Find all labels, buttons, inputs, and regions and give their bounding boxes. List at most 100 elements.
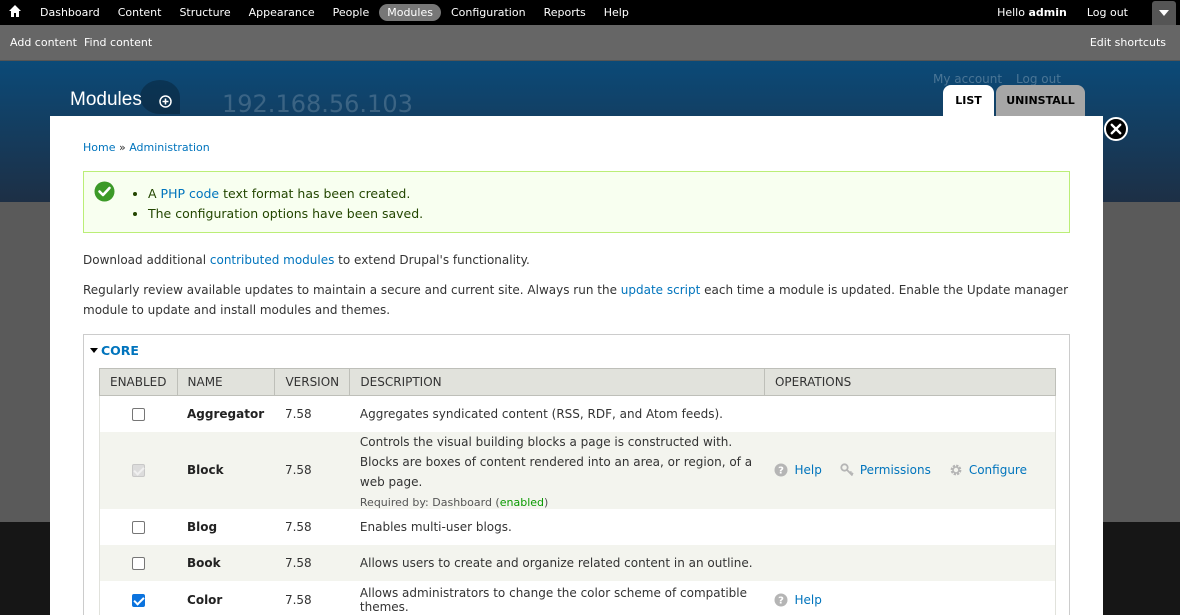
chevron-down-icon <box>1159 10 1169 16</box>
breadcrumb-separator: » <box>118 141 126 154</box>
menu-modules[interactable]: Modules <box>379 4 441 21</box>
module-version: 7.58 <box>274 544 350 581</box>
shortcuts-toggle-button[interactable] <box>1152 1 1176 25</box>
operations-links: ? Help <box>774 593 1045 607</box>
edit-shortcuts-link[interactable]: Edit shortcuts <box>1090 36 1166 49</box>
menu-reports[interactable]: Reports <box>536 4 594 21</box>
hello-user: Hello admin <box>997 6 1067 19</box>
menu-structure[interactable]: Structure <box>171 4 238 21</box>
help-link-color[interactable]: ? Help <box>774 592 822 607</box>
menu-dashboard[interactable]: Dashboard <box>32 4 108 21</box>
message-text: text format has been created. <box>219 186 411 201</box>
breadcrumb-administration[interactable]: Administration <box>129 141 210 154</box>
help-icon: ? <box>774 593 788 606</box>
core-legend-label: CORE <box>101 343 139 358</box>
shortcut-find-content[interactable]: Find content <box>84 36 152 49</box>
shortcut-add-content[interactable]: Add content <box>10 36 77 49</box>
core-legend[interactable]: CORE <box>90 343 139 358</box>
help-icon: ? <box>774 463 788 477</box>
menu-configuration[interactable]: Configuration <box>443 4 534 21</box>
hello-text: Hello <box>997 6 1025 19</box>
module-version: 7.58 <box>274 395 350 432</box>
col-version: VERSION <box>274 368 351 396</box>
menu-appearance[interactable]: Appearance <box>241 4 323 21</box>
module-operations: ? Help Permissions Configure <box>764 431 1056 509</box>
intro-text: Regularly review available updates to ma… <box>83 283 621 297</box>
contributed-modules-link[interactable]: contributed modules <box>210 253 334 267</box>
php-code-link[interactable]: PHP code <box>161 186 220 201</box>
svg-text:?: ? <box>779 595 785 606</box>
message-list: A PHP code text format has been created.… <box>148 184 423 224</box>
table-header: ENABLED NAME VERSION DESCRIPTION OPERATI… <box>99 368 1057 396</box>
add-shortcut-icon[interactable] <box>159 95 172 108</box>
permissions-label: Permissions <box>859 463 931 477</box>
table-row: Book 7.58 Allows users to create and org… <box>99 544 1056 581</box>
required-by-text: Required by: Dashboard ( <box>359 495 500 509</box>
tab-list[interactable]: LIST <box>943 85 994 116</box>
core-fieldset: CORE ENABLED NAME VERSION DESCRIPTION OP… <box>83 334 1070 615</box>
col-operations: OPERATIONS <box>763 368 1057 396</box>
required-by: Required by: Dashboard (enabled) <box>360 496 755 509</box>
module-description: Aggregates syndicated content (RSS, RDF,… <box>349 395 765 432</box>
admin-toolbar: Dashboard Content Structure Appearance P… <box>0 0 1180 25</box>
permissions-link-block[interactable]: Permissions <box>840 463 931 477</box>
close-overlay-icon[interactable] <box>1104 117 1128 141</box>
update-script-link[interactable]: update script <box>621 283 701 297</box>
table-row: Aggregator 7.58 Aggregates syndicated co… <box>99 395 1056 432</box>
menu-help[interactable]: Help <box>596 4 637 21</box>
enable-checkbox-aggregator[interactable] <box>132 407 145 421</box>
configure-label: Configure <box>968 463 1027 477</box>
enabled-cell <box>99 395 178 432</box>
username[interactable]: admin <box>1028 6 1066 19</box>
enable-checkbox-block <box>132 464 145 477</box>
enable-checkbox-blog[interactable] <box>132 520 145 534</box>
page-title: Modules <box>70 89 142 110</box>
message-item: A PHP code text format has been created. <box>148 184 423 204</box>
modules-table: ENABLED NAME VERSION DESCRIPTION OPERATI… <box>99 368 1057 615</box>
help-link-block[interactable]: ? Help <box>774 463 822 477</box>
intro-text: to extend Drupal's functionality. <box>334 253 530 267</box>
intro-text: Download additional <box>83 253 210 267</box>
check-circle-icon <box>94 181 115 202</box>
menu-people[interactable]: People <box>325 4 378 21</box>
operations-links: ? Help Permissions Configure <box>774 463 1045 477</box>
module-name: Block <box>177 431 275 509</box>
required-by-text: ) <box>544 495 549 509</box>
tab-uninstall[interactable]: UNINSTALL <box>996 85 1085 116</box>
table-row: Blog 7.58 Enables multi-user blogs. <box>99 508 1056 545</box>
configure-link-block[interactable]: Configure <box>949 463 1027 477</box>
bg-log-out-link: Log out <box>1016 72 1061 86</box>
collapse-triangle-icon <box>90 348 98 353</box>
breadcrumb-home[interactable]: Home <box>83 141 115 154</box>
enabled-cell <box>99 580 178 615</box>
module-version: 7.58 <box>274 508 350 545</box>
enable-checkbox-book[interactable] <box>132 556 145 570</box>
enable-checkbox-color[interactable] <box>132 593 145 607</box>
intro-download: Download additional contributed modules … <box>83 250 1073 270</box>
user-area: Hello admin Log out <box>997 0 1146 25</box>
enabled-cell <box>99 431 178 509</box>
module-version: 7.58 <box>274 580 350 615</box>
breadcrumb: Home » Administration <box>83 141 210 154</box>
table-row: Color 7.58 Allows administrators to chan… <box>99 580 1056 615</box>
menu-content[interactable]: Content <box>110 4 170 21</box>
module-operations <box>764 395 1056 432</box>
shortcuts-bar: Add content Find content Edit shortcuts <box>0 25 1180 61</box>
module-description: Controls the visual building blocks a pa… <box>349 431 765 509</box>
enabled-cell <box>99 544 178 581</box>
logout-link[interactable]: Log out <box>1087 6 1128 19</box>
gear-icon <box>950 464 962 476</box>
col-name: NAME <box>176 368 276 396</box>
home-icon[interactable] <box>8 4 22 18</box>
help-label: Help <box>794 592 822 607</box>
enabled-cell <box>99 508 178 545</box>
site-name: 192.168.56.103 <box>222 90 413 118</box>
module-operations <box>764 544 1056 581</box>
svg-text:?: ? <box>779 466 785 477</box>
help-label: Help <box>794 463 822 477</box>
key-icon <box>840 463 854 477</box>
module-operations: ? Help <box>764 580 1056 615</box>
module-name: Book <box>177 544 275 581</box>
bg-my-account-link: My account <box>933 72 1003 86</box>
status-enabled: enabled <box>499 495 545 509</box>
